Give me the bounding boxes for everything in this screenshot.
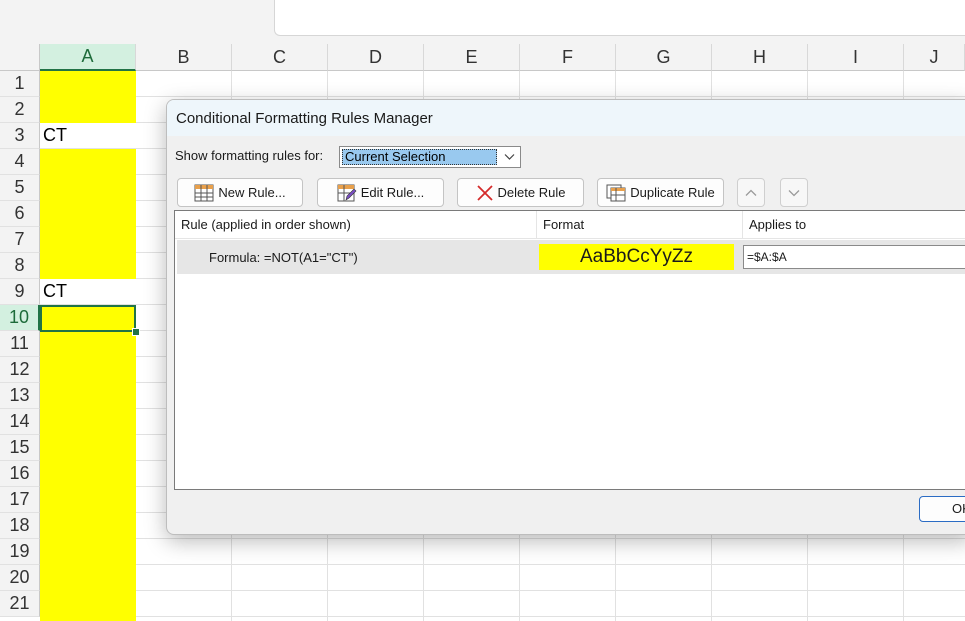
move-down-button[interactable]	[780, 178, 808, 207]
column-header-c[interactable]: C	[232, 44, 328, 71]
format-preview: AaBbCcYyZz	[539, 244, 734, 270]
new-rule-label: New Rule...	[218, 185, 286, 200]
format-column-header[interactable]: Format	[537, 211, 743, 239]
new-rule-icon	[194, 184, 214, 201]
active-cell-a10[interactable]	[40, 305, 136, 332]
chevron-down-icon	[788, 189, 800, 196]
edit-rule-icon	[337, 184, 357, 201]
ok-button[interactable]: OK	[919, 496, 965, 522]
dialog-title-bar[interactable]: Conditional Formatting Rules Manager	[167, 100, 965, 136]
delete-x-icon	[476, 184, 493, 201]
row-header-12[interactable]: 12	[0, 357, 40, 383]
row-header-19[interactable]: 19	[0, 539, 40, 565]
row-header-3[interactable]: 3	[0, 123, 40, 149]
column-header-e[interactable]: E	[424, 44, 520, 71]
row-header-10[interactable]: 10	[0, 305, 40, 331]
show-rules-select[interactable]: Current Selection	[339, 146, 521, 168]
rules-toolbar: New Rule... Edit Rule... Delete Rule Dup…	[175, 176, 965, 210]
row-header-18[interactable]: 18	[0, 513, 40, 539]
row-header-13[interactable]: 13	[0, 383, 40, 409]
new-rule-button[interactable]: New Rule...	[177, 178, 303, 207]
applies-to-column-header[interactable]: Applies to	[743, 211, 965, 239]
rule-column-header[interactable]: Rule (applied in order shown)	[175, 211, 537, 239]
rule-formula: Formula: =NOT(A1="CT")	[209, 250, 358, 265]
row-header-14[interactable]: 14	[0, 409, 40, 435]
column-header-a[interactable]: A	[40, 44, 136, 71]
cell-a3[interactable]: CT	[40, 123, 136, 149]
duplicate-rule-label: Duplicate Rule	[630, 185, 715, 200]
column-header-d[interactable]: D	[328, 44, 424, 71]
row-header-4[interactable]: 4	[0, 149, 40, 175]
rules-list[interactable]: Rule (applied in order shown) Format App…	[174, 210, 965, 490]
rule-row[interactable]: Formula: =NOT(A1="CT") AaBbCcYyZz =$A:$A	[177, 240, 965, 274]
column-header-g[interactable]: G	[616, 44, 712, 71]
dialog-title: Conditional Formatting Rules Manager	[176, 110, 433, 127]
row-header-11[interactable]: 11	[0, 331, 40, 357]
row-header-16[interactable]: 16	[0, 461, 40, 487]
duplicate-rule-icon	[606, 184, 626, 201]
cell-a9[interactable]: CT	[40, 279, 136, 305]
delete-rule-label: Delete Rule	[497, 185, 566, 200]
formula-bar[interactable]	[274, 0, 965, 36]
row-header-2[interactable]: 2	[0, 97, 40, 123]
delete-rule-button[interactable]: Delete Rule	[457, 178, 584, 207]
column-header-f[interactable]: F	[520, 44, 616, 71]
edit-rule-button[interactable]: Edit Rule...	[317, 178, 444, 207]
row-header-5[interactable]: 5	[0, 175, 40, 201]
row-header-6[interactable]: 6	[0, 201, 40, 227]
row-header-9[interactable]: 9	[0, 279, 40, 305]
fill-handle[interactable]	[132, 328, 140, 336]
chevron-down-icon	[504, 154, 515, 160]
select-all-corner[interactable]	[0, 44, 40, 71]
column-header-b[interactable]: B	[136, 44, 232, 71]
row-header-17[interactable]: 17	[0, 487, 40, 513]
applies-to-field[interactable]: =$A:$A	[743, 245, 965, 269]
conditional-formatting-dialog: Conditional Formatting Rules Manager Sho…	[166, 99, 965, 535]
move-up-button[interactable]	[737, 178, 765, 207]
show-rules-value: Current Selection	[342, 149, 497, 165]
edit-rule-label: Edit Rule...	[360, 185, 425, 200]
row-header-8[interactable]: 8	[0, 253, 40, 279]
column-header-i[interactable]: I	[808, 44, 904, 71]
row-header-1[interactable]: 1	[0, 71, 40, 97]
duplicate-rule-button[interactable]: Duplicate Rule	[597, 178, 724, 207]
column-header-h[interactable]: H	[712, 44, 808, 71]
row-header-15[interactable]: 15	[0, 435, 40, 461]
column-a-cells[interactable]	[40, 71, 136, 621]
row-header-20[interactable]: 20	[0, 565, 40, 591]
row-header-7[interactable]: 7	[0, 227, 40, 253]
show-rules-label: Show formatting rules for:	[175, 148, 324, 163]
column-header-j[interactable]: J	[904, 44, 965, 71]
row-header-21[interactable]: 21	[0, 591, 40, 617]
chevron-up-icon	[745, 189, 757, 196]
